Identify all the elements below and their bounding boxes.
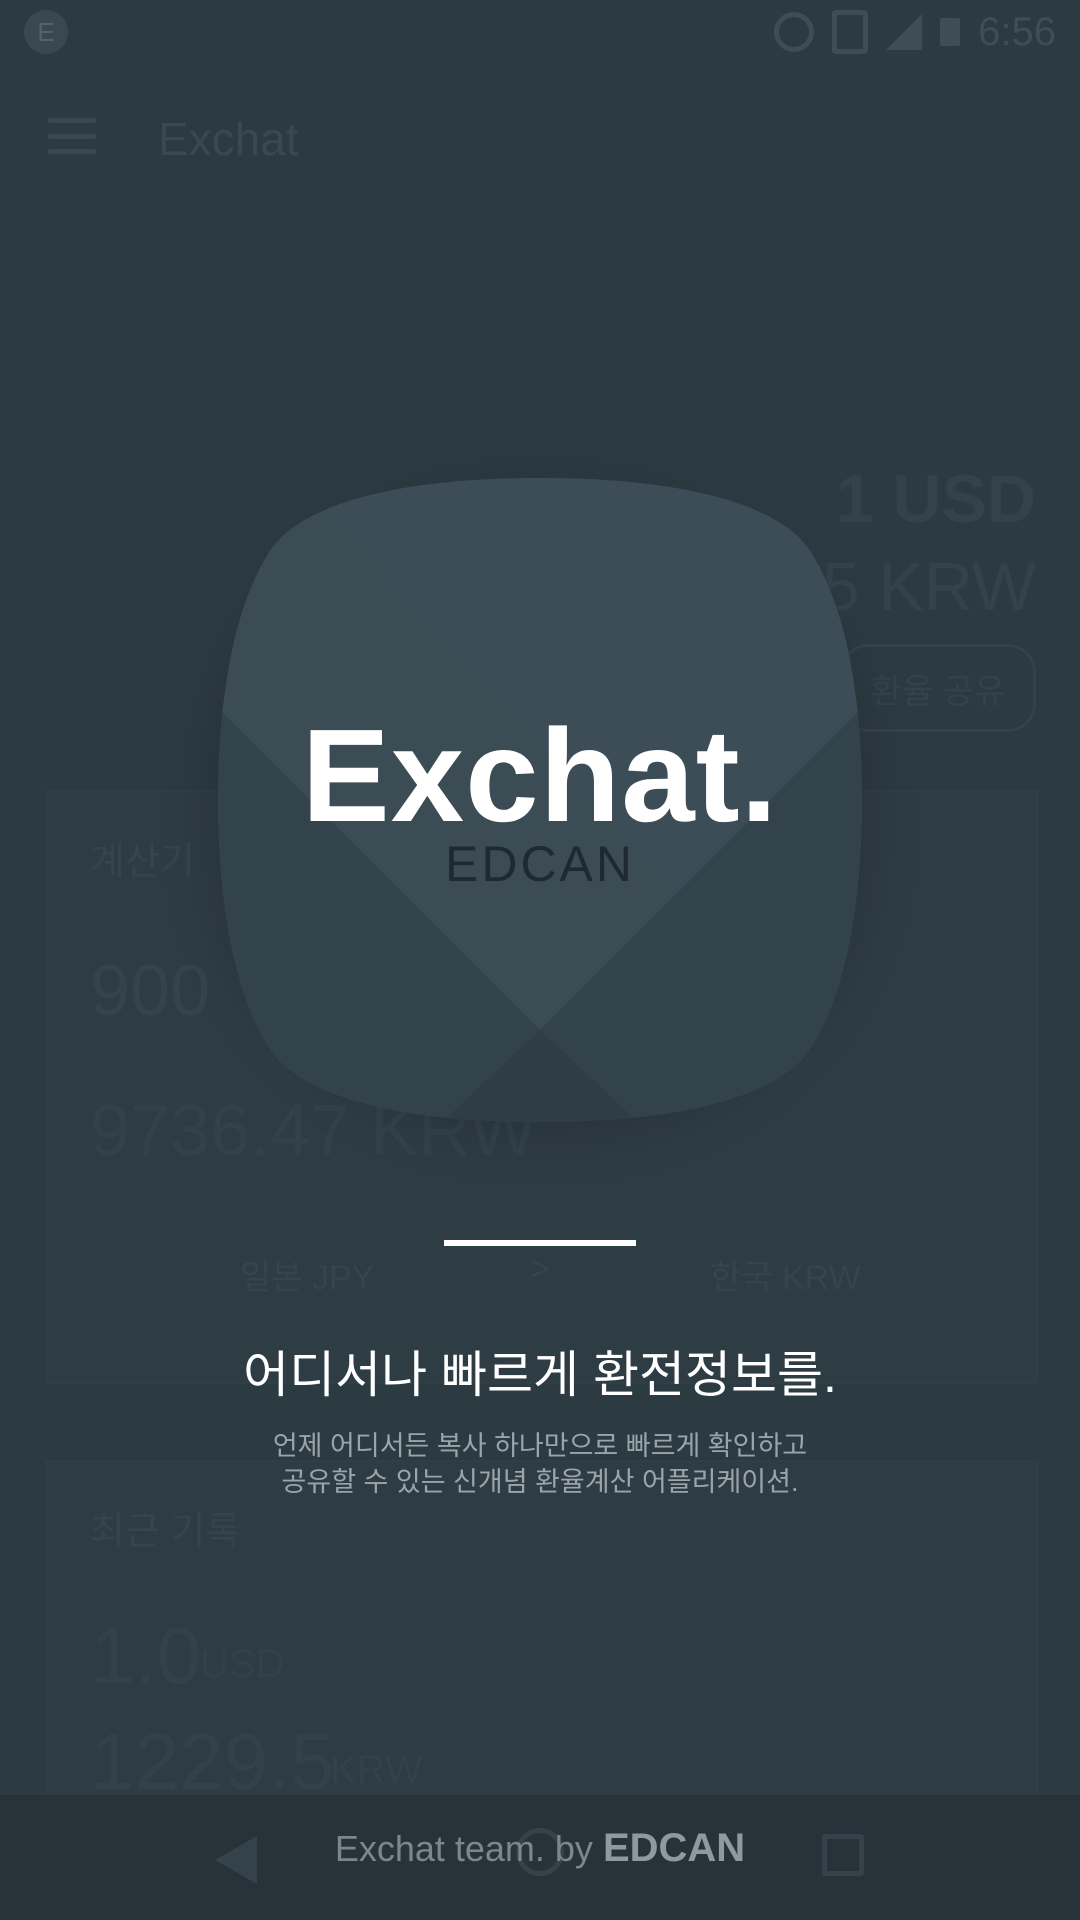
status-icons: 6:56	[774, 8, 1056, 56]
amount-input[interactable]: 900	[90, 950, 210, 1032]
footer-brand: EDCAN	[602, 1826, 746, 1870]
arrow-icon: >	[530, 1250, 550, 1288]
signal-icon	[886, 14, 923, 50]
footer-prefix: Exchat team. by	[334, 1828, 603, 1869]
battery-icon	[940, 18, 961, 46]
logo-subtitle: EDCAN	[444, 836, 636, 892]
history-unit: USD	[200, 1642, 285, 1686]
footer-credit: Exchat team. by EDCAN	[0, 1826, 1080, 1871]
notification-icon-letter: E	[37, 16, 55, 47]
logo-wordmark: Exchat.	[301, 702, 779, 849]
splash-description-line1: 언제 어디서든 복사 하나만으로 빠르게 확인하고	[272, 1431, 808, 1461]
splash-headline: 어디서나 빠르게 환전정보를.	[243, 1347, 837, 1403]
history-value: 1.0	[90, 1611, 202, 1700]
from-currency-select[interactable]: 일본 JPY	[240, 1250, 374, 1299]
history-label: 최근 기록	[90, 1511, 241, 1553]
hotspot-icon	[774, 12, 815, 52]
splash-description-line2: 공유할 수 있는 신개념 환율계산 어플리케이션.	[281, 1467, 799, 1497]
notification-icon: E	[24, 10, 68, 54]
status-time: 6:56	[978, 9, 1056, 54]
history-unit-krw: KRW	[330, 1748, 423, 1792]
divider	[444, 1240, 636, 1246]
to-currency-select[interactable]: 한국 KRW	[710, 1250, 861, 1299]
menu-icon[interactable]	[48, 118, 96, 154]
rate-from: 1 USD	[835, 461, 1036, 537]
vibrate-icon	[832, 10, 869, 54]
app-title: Exchat	[158, 113, 299, 165]
